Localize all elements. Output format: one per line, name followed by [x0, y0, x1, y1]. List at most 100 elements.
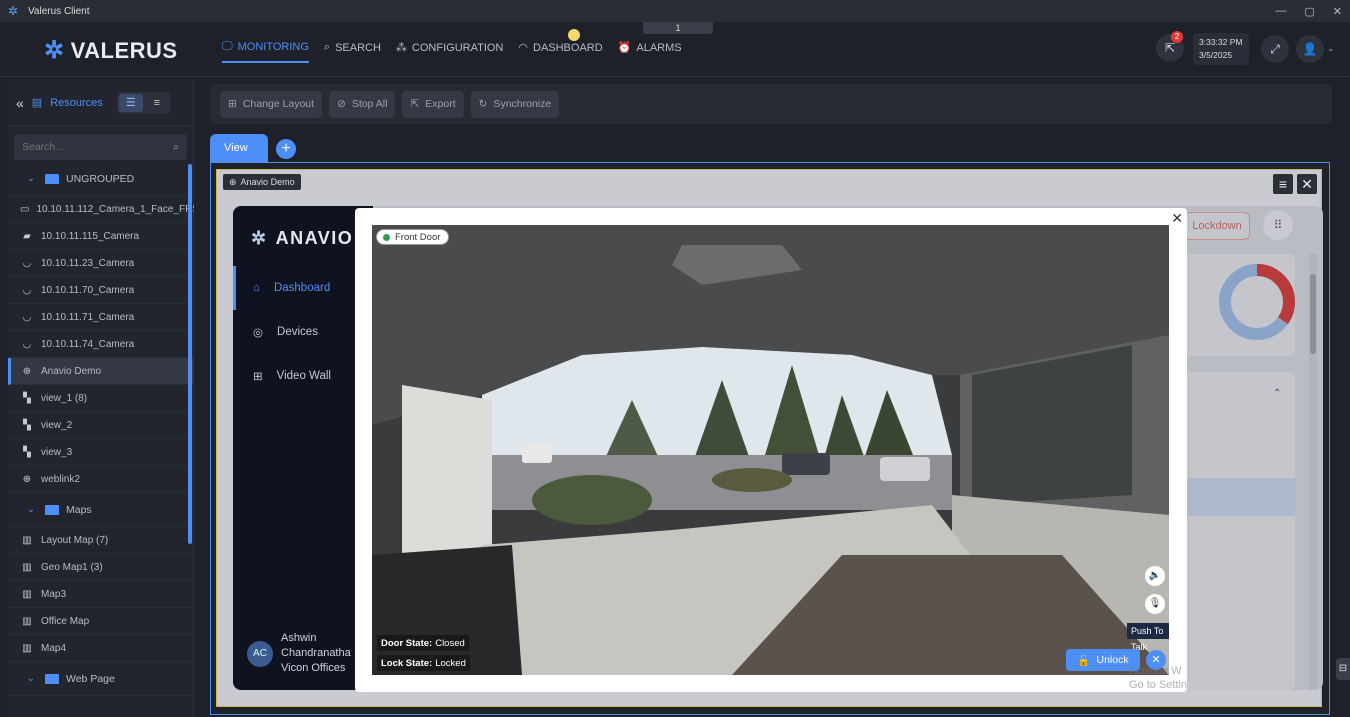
valerus-logo-icon: ✲	[44, 37, 65, 64]
video-pane: ⊕ Anavio Demo ≡ ✕ ✲ ANAVIO ⌂ Dashboard ◎ D…	[210, 162, 1330, 715]
nav-search[interactable]: ⌕ SEARCH	[324, 40, 381, 63]
tree-item-view[interactable]: ▚ view_1 (8)	[8, 385, 194, 412]
folder-icon	[45, 673, 59, 684]
map-icon: ▥	[22, 642, 32, 654]
group-web-page[interactable]: ⌄ Web Page	[8, 662, 194, 696]
chevron-up-icon[interactable]: ⌃	[1273, 388, 1281, 399]
folder-icon	[45, 173, 59, 184]
tree-item-map[interactable]: ▥ Map4	[8, 635, 194, 662]
gauge-icon: ◠	[518, 42, 528, 54]
anavio-logo-icon: ✲	[251, 228, 268, 248]
monitor-icon: 🖵	[222, 40, 233, 52]
dome-camera-icon: ◡	[22, 338, 32, 350]
anavio-nav-dashboard[interactable]: ⌂ Dashboard	[233, 266, 373, 310]
pane-menu-icon[interactable]: ≡	[1273, 174, 1293, 194]
dome-camera-icon: ◡	[22, 311, 32, 323]
tree-view-icon[interactable]: ☰	[118, 93, 143, 112]
group-ungrouped[interactable]: ⌄ UNGROUPED	[8, 162, 194, 196]
stop-video-icon: ⊘	[337, 98, 346, 110]
monitoring-toolbar: ⊞ Change Layout ⊘ Stop All ⇱ Export ↻ Synchr…	[210, 84, 1332, 124]
close-window-icon[interactable]: ✕	[1333, 5, 1342, 18]
home-icon: ⌂	[253, 282, 260, 294]
anavio-brand: ✲ ANAVIO	[251, 228, 354, 248]
anavio-sidebar: ✲ ANAVIO ⌂ Dashboard ◎ Devices ⊞ Video Wall…	[233, 206, 373, 690]
highlighted-row[interactable]	[1173, 478, 1295, 516]
anavio-scrollbar[interactable]	[1309, 254, 1317, 690]
nav-dashboard[interactable]: ◠ DASHBOARD	[518, 40, 602, 63]
search-input[interactable]	[22, 141, 152, 153]
sync-icon: ↻	[478, 98, 488, 110]
unlock-icon: 🔓	[1077, 654, 1091, 667]
user-first-name: Ashwin	[281, 632, 317, 644]
anavio-user[interactable]: AC Ashwin Chandranatha Vicon Offices	[247, 631, 351, 676]
tree-item-map[interactable]: ▥ Office Map	[8, 608, 194, 635]
pane-title: ⊕ Anavio Demo	[223, 174, 301, 190]
camera-box-icon: ▭	[20, 203, 30, 215]
view-mode-toggle: ☰ ≡	[116, 91, 171, 114]
camera-bullet-icon: ▰	[23, 230, 31, 242]
layout-icon: ▚	[23, 419, 31, 431]
layout-icon: ▚	[23, 392, 31, 404]
tree-item-anavio-demo[interactable]: ⊕ Anavio Demo	[8, 358, 194, 385]
user-menu-button[interactable]: 👤	[1296, 35, 1324, 63]
tree-item-map[interactable]: ▥ Layout Map (7)	[8, 527, 194, 554]
video-frame	[372, 225, 1169, 675]
main-nav: 🖵 MONITORING ⌕ SEARCH ⁂ CONFIGURATION ◠ DASH…	[222, 40, 682, 63]
tree-item-camera[interactable]: ◡ 10.10.11.70_Camera	[8, 277, 194, 304]
clock-date: 3/5/2025	[1199, 50, 1233, 60]
folder-icon	[45, 504, 59, 515]
lockdown-button[interactable]: Lockdown	[1184, 212, 1250, 240]
change-layout-button[interactable]: ⊞ Change Layout	[220, 90, 323, 118]
speaker-button[interactable]: 🔈	[1145, 566, 1165, 586]
chevron-down-icon: ⌄	[26, 504, 36, 515]
tree-item-camera[interactable]: ◡ 10.10.11.74_Camera	[8, 331, 194, 358]
stop-all-button[interactable]: ⊘ Stop All	[329, 90, 396, 118]
clock-time: 3:33:32 PM	[1199, 37, 1243, 47]
export-button[interactable]: ⇱ Export	[402, 90, 464, 118]
tab-view[interactable]: View	[210, 134, 268, 162]
add-tab-button[interactable]: +	[276, 139, 296, 159]
modal-close-icon[interactable]: ✕	[1171, 210, 1183, 227]
nav-alarms[interactable]: ⏰ ALARMS	[618, 40, 682, 63]
tree-item-weblink[interactable]: ⊕ weblink2	[8, 466, 194, 493]
resources-label[interactable]: Resources	[50, 97, 103, 109]
clock: 3:33:32 PM 3/5/2025	[1193, 33, 1249, 65]
push-to-talk-tooltip: Push To Talk	[1127, 623, 1169, 652]
restore-icon[interactable]: ▢	[1304, 5, 1314, 18]
apps-grid-icon[interactable]: ⠿	[1263, 210, 1293, 240]
microphone-icon: 🎙	[1148, 598, 1162, 609]
anavio-nav-video-wall[interactable]: ⊞ Video Wall	[233, 354, 373, 398]
microphone-button[interactable]: 🎙	[1145, 594, 1165, 614]
pane-close-icon[interactable]: ✕	[1297, 174, 1317, 194]
window-title-bar: ✲ Valerus Client — ▢ ✕	[0, 0, 1350, 22]
sidebar-scrollbar[interactable]	[188, 164, 192, 544]
tree-item-camera[interactable]: ◡ 10.10.11.71_Camera	[8, 304, 194, 331]
synchronize-button[interactable]: ↻ Synchronize	[470, 90, 560, 118]
nav-monitoring[interactable]: 🖵 MONITORING	[222, 40, 309, 63]
minimize-icon[interactable]: —	[1275, 5, 1286, 17]
tree-item-camera[interactable]: ▰ 10.10.11.115_Camera	[8, 223, 194, 250]
fullscreen-button[interactable]: ⤢	[1261, 35, 1289, 63]
anavio-nav-devices[interactable]: ◎ Devices	[233, 310, 373, 354]
chevron-down-icon: ⌄	[26, 173, 36, 184]
search-icon[interactable]: ⌕	[173, 141, 179, 154]
collapse-sidebar-icon[interactable]: «	[16, 95, 24, 111]
tree-item-view[interactable]: ▚ view_2	[8, 412, 194, 439]
tree-item-map[interactable]: ▥ Map3	[8, 581, 194, 608]
sidebar-toolbar: « ▤ Resources ☰ ≡	[8, 80, 193, 126]
resources-icon: ▤	[31, 97, 43, 109]
side-panel-toggle[interactable]: ⊟	[1336, 658, 1350, 680]
nav-configuration[interactable]: ⁂ CONFIGURATION	[396, 40, 503, 63]
screen-pager[interactable]: 1	[643, 22, 713, 34]
layout-icon: ▚	[23, 446, 31, 458]
tree-item-view[interactable]: ▚ view_3	[8, 439, 194, 466]
pane-content: ⊕ Anavio Demo ≡ ✕ ✲ ANAVIO ⌂ Dashboard ◎ D…	[216, 169, 1323, 707]
search-icon: ⌕	[323, 41, 331, 53]
tree-item-camera[interactable]: ▭ 10.10.11.112_Camera_1_Face_FRSe	[8, 196, 194, 223]
tree-item-camera[interactable]: ◡ 10.10.11.23_Camera	[8, 250, 194, 277]
layout-grid-icon: ⊞	[228, 98, 237, 110]
chevron-down-icon[interactable]: ⌄	[1327, 43, 1335, 54]
list-view-icon[interactable]: ≡	[145, 94, 169, 112]
tree-item-map[interactable]: ▥ Geo Map1 (3)	[8, 554, 194, 581]
group-maps[interactable]: ⌄ Maps	[8, 493, 194, 527]
